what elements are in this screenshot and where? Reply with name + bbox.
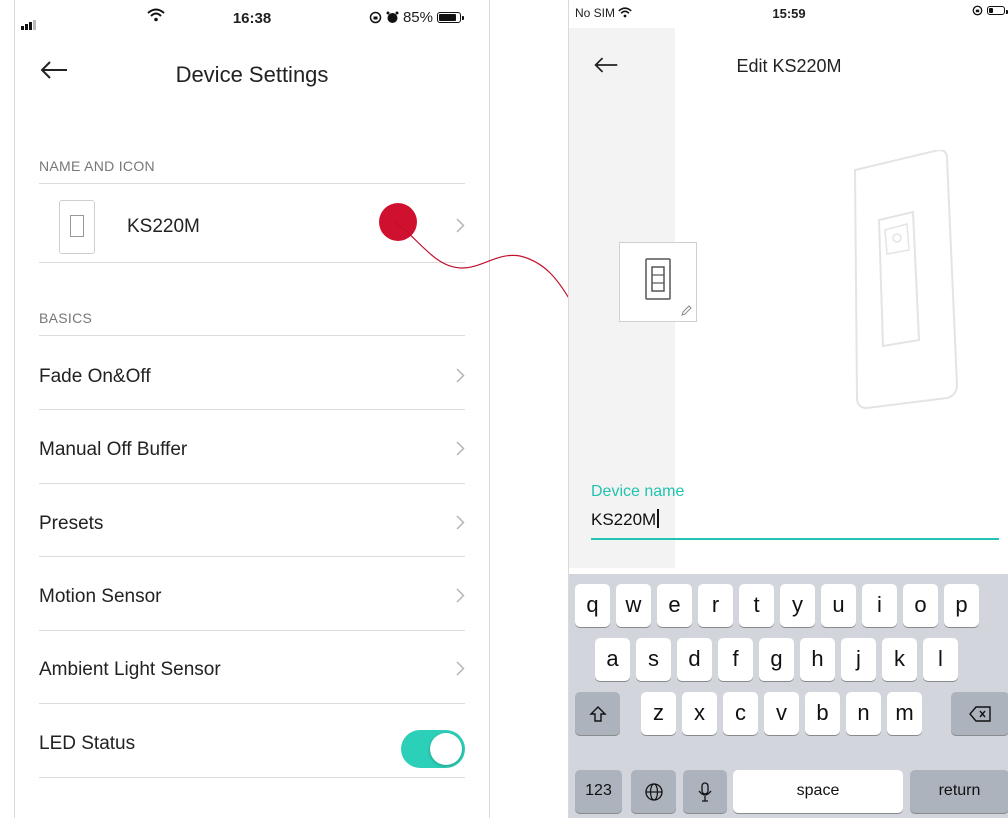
key-k[interactable]: k (882, 638, 917, 681)
toggle-knob (430, 733, 462, 765)
globe-icon (644, 783, 663, 801)
shift-icon (588, 706, 607, 722)
device-settings-screen: 16:38 85% Device Settings NAME AND ICON … (14, 0, 490, 818)
settings-row-label: Manual Off Buffer (39, 439, 188, 460)
settings-row-label: Presets (39, 513, 104, 534)
chevron-right-icon (456, 218, 465, 233)
key-w[interactable]: w (616, 584, 651, 627)
key-r[interactable]: r (698, 584, 733, 627)
settings-row-fade[interactable]: Fade On&Off (39, 340, 465, 412)
backspace-key[interactable] (951, 692, 1008, 735)
chevron-right-icon (456, 441, 465, 456)
settings-row-ambient-light[interactable]: Ambient Light Sensor (39, 633, 465, 705)
key-j[interactable]: j (841, 638, 876, 681)
backspace-icon (969, 706, 991, 722)
settings-row-motion-sensor[interactable]: Motion Sensor (39, 560, 465, 632)
battery-icon (987, 6, 1008, 15)
section-header-name-icon: NAME AND ICON (39, 158, 155, 174)
settings-row-label: Ambient Light Sensor (39, 659, 221, 680)
chevron-right-icon (456, 368, 465, 383)
microphone-icon (698, 782, 712, 802)
marker-dot (379, 203, 417, 241)
device-name-input[interactable]: KS220M (591, 509, 659, 530)
divider (39, 703, 465, 704)
key-t[interactable]: t (739, 584, 774, 627)
key-e[interactable]: e (657, 584, 692, 627)
key-g[interactable]: g (759, 638, 794, 681)
key-m[interactable]: m (887, 692, 922, 735)
alarm-icon (386, 11, 399, 23)
status-bar: No SIM 15:59 (569, 0, 1008, 26)
settings-row-label: LED Status (39, 733, 136, 754)
divider (39, 409, 465, 410)
key-f[interactable]: f (718, 638, 753, 681)
rotation-lock-icon (972, 5, 983, 16)
chevron-right-icon (456, 588, 465, 603)
shift-key[interactable] (575, 692, 620, 735)
led-status-toggle[interactable] (401, 730, 465, 768)
key-h[interactable]: h (800, 638, 835, 681)
key-b[interactable]: b (805, 692, 840, 735)
page-title: Device Settings (175, 62, 329, 87)
divider (39, 556, 465, 557)
key-c[interactable]: c (723, 692, 758, 735)
device-icon-button[interactable] (619, 242, 697, 322)
nav-bar: Device Settings (15, 52, 489, 92)
rotation-lock-icon (369, 11, 382, 24)
return-key[interactable]: return (910, 770, 1008, 813)
settings-row-manual-off-buffer[interactable]: Manual Off Buffer (39, 413, 465, 485)
key-o[interactable]: o (903, 584, 938, 627)
key-z[interactable]: z (641, 692, 676, 735)
numbers-key[interactable]: 123 (575, 770, 622, 813)
keyboard: q w e r t y u i o p a s d f g h j k l z … (569, 574, 1008, 818)
key-d[interactable]: d (677, 638, 712, 681)
section-header-basics: BASICS (39, 310, 93, 326)
key-i[interactable]: i (862, 584, 897, 627)
nav-bar: Edit KS220M (569, 52, 1008, 82)
device-name: KS220M (127, 216, 200, 237)
device-name-input-value: KS220M (591, 510, 657, 529)
switch-illustration (853, 150, 959, 410)
key-l[interactable]: l (923, 638, 958, 681)
space-key[interactable]: space (733, 770, 903, 813)
chevron-right-icon (456, 515, 465, 530)
divider (39, 777, 465, 778)
divider (39, 335, 465, 336)
key-q[interactable]: q (575, 584, 610, 627)
battery-percent: 85% (402, 9, 433, 26)
key-x[interactable]: x (682, 692, 717, 735)
key-y[interactable]: y (780, 584, 815, 627)
input-underline (591, 538, 999, 540)
settings-row-label: Motion Sensor (39, 586, 162, 607)
divider (39, 262, 465, 263)
status-bar: 16:38 85% (15, 0, 489, 32)
key-u[interactable]: u (821, 584, 856, 627)
status-time: 15:59 (772, 6, 806, 21)
divider (39, 483, 465, 484)
key-v[interactable]: v (764, 692, 799, 735)
key-s[interactable]: s (636, 638, 671, 681)
settings-row-led-status: LED Status (39, 707, 465, 779)
page-title: Edit KS220M (736, 56, 842, 76)
pencil-icon (681, 305, 692, 316)
settings-row-label: Fade On&Off (39, 366, 151, 387)
chevron-right-icon (456, 661, 465, 676)
key-n[interactable]: n (846, 692, 881, 735)
divider (39, 630, 465, 631)
device-thumbnail-icon (59, 200, 95, 254)
globe-key[interactable] (631, 770, 676, 813)
divider (39, 183, 465, 184)
microphone-key[interactable] (683, 770, 727, 813)
battery-icon (437, 12, 464, 23)
switch-icon (645, 258, 671, 300)
edit-device-screen: No SIM 15:59 Edit KS220M Device name KS2… (568, 0, 1008, 818)
key-a[interactable]: a (595, 638, 630, 681)
key-p[interactable]: p (944, 584, 979, 627)
text-caret (657, 509, 659, 528)
device-name-field-label: Device name (591, 483, 685, 500)
settings-row-presets[interactable]: Presets (39, 487, 465, 559)
